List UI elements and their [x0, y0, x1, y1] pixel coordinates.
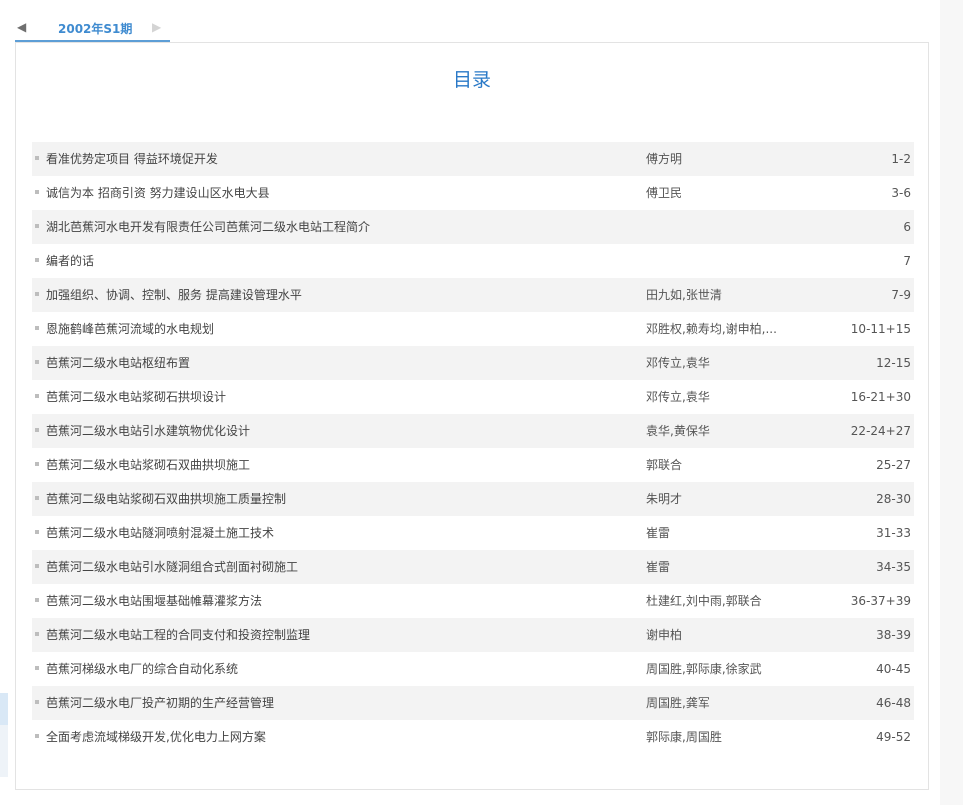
left-edge-highlight [0, 693, 8, 725]
toc-row[interactable]: 全面考虑流域梯级开发,优化电力上网方案 郭际康,周国胜 49-52 [32, 720, 914, 754]
bullet-icon [35, 598, 39, 602]
toc-article-author: 傅方明 [646, 152, 683, 166]
bullet-icon [35, 734, 39, 738]
toc-row[interactable]: 芭蕉河二级水电站枢纽布置 邓传立,袁华 12-15 [32, 346, 914, 380]
toc-row[interactable]: 编者的话 7 [32, 244, 914, 278]
bullet-icon [35, 496, 39, 500]
toc-article-pages: 40-45 [876, 662, 911, 676]
page-title: 目录 [452, 69, 491, 91]
toc-article-title[interactable]: 加强组织、协调、控制、服务 提高建设管理水平 [46, 278, 302, 312]
toc-article-pages: 7-9 [891, 288, 911, 302]
toc-article-title[interactable]: 芭蕉河二级水电站枢纽布置 [46, 346, 190, 380]
toc-row[interactable]: 芭蕉河二级电站浆砌石双曲拱坝施工质量控制 朱明才 28-30 [32, 482, 914, 516]
bullet-icon [35, 360, 39, 364]
toc-article-title[interactable]: 芭蕉河二级水电厂投产初期的生产经营管理 [46, 686, 274, 720]
bullet-icon [35, 700, 39, 704]
toc-article-author: 郭际康,周国胜 [646, 730, 722, 744]
toc-article-pages: 12-15 [876, 356, 911, 370]
bullet-icon [35, 632, 39, 636]
toc-article-author: 邓传立,袁华 [646, 356, 710, 370]
toc-article-title[interactable]: 芭蕉河二级水电站引水隧洞组合式剖面衬砌施工 [46, 550, 298, 584]
toc-article-title[interactable]: 看准优势定项目 得益环境促开发 [46, 142, 218, 176]
toc-row[interactable]: 芭蕉河二级水电站工程的合同支付和投资控制监理 谢申柏 38-39 [32, 618, 914, 652]
toc-article-pages: 49-52 [876, 730, 911, 744]
toc-row[interactable]: 恩施鹤峰芭蕉河流域的水电规划 邓胜权,赖寿均,谢申柏,... 10-11+15 [32, 312, 914, 346]
toc-article-pages: 25-27 [876, 458, 911, 472]
toc-article-title[interactable]: 湖北芭蕉河水电开发有限责任公司芭蕉河二级水电站工程简介 [46, 210, 370, 244]
toc-article-pages: 46-48 [876, 696, 911, 710]
bullet-icon [35, 394, 39, 398]
left-edge-strip [0, 693, 8, 777]
toc-row[interactable]: 芭蕉河二级水电厂投产初期的生产经营管理 周国胜,龚军 46-48 [32, 686, 914, 720]
toc-article-pages: 3-6 [891, 186, 911, 200]
next-issue-icon[interactable]: ▶ [152, 20, 161, 34]
toc-article-title[interactable]: 恩施鹤峰芭蕉河流域的水电规划 [46, 312, 214, 346]
toc-article-author: 周国胜,郭际康,徐家武 [646, 662, 762, 676]
bullet-icon [35, 530, 39, 534]
prev-issue-icon[interactable]: ◀ [17, 20, 26, 34]
toc-article-pages: 34-35 [876, 560, 911, 574]
toc-article-title[interactable]: 芭蕉河二级水电站浆砌石拱坝设计 [46, 380, 226, 414]
toc-article-pages: 36-37+39 [850, 594, 911, 608]
bullet-icon [35, 190, 39, 194]
toc-list: 看准优势定项目 得益环境促开发 傅方明 1-2 诚信为本 招商引资 努力建设山区水电大… [32, 142, 914, 754]
bullet-icon [35, 258, 39, 262]
toc-article-pages: 22-24+27 [850, 424, 911, 438]
toc-article-author: 周国胜,龚军 [646, 696, 710, 710]
toc-row[interactable]: 芭蕉河二级水电站围堰基础帷幕灌浆方法 杜建红,刘中雨,郭联合 36-37+39 [32, 584, 914, 618]
toc-article-title[interactable]: 芭蕉河二级水电站围堰基础帷幕灌浆方法 [46, 584, 262, 618]
bullet-icon [35, 224, 39, 228]
toc-article-author: 朱明才 [646, 492, 683, 506]
bullet-icon [35, 462, 39, 466]
toc-article-author: 郭联合 [646, 458, 683, 472]
bullet-icon [35, 292, 39, 296]
toc-article-author: 崔雷 [646, 526, 671, 540]
bullet-icon [35, 666, 39, 670]
toc-article-author: 傅卫民 [646, 186, 683, 200]
toc-article-title[interactable]: 芭蕉河二级水电站隧洞喷射混凝土施工技术 [46, 516, 274, 550]
toc-row[interactable]: 加强组织、协调、控制、服务 提高建设管理水平 田九如,张世清 7-9 [32, 278, 914, 312]
issue-tab[interactable]: 2002年S1期 [58, 20, 132, 37]
toc-article-pages: 10-11+15 [850, 322, 911, 336]
toc-row[interactable]: 湖北芭蕉河水电开发有限责任公司芭蕉河二级水电站工程简介 6 [32, 210, 914, 244]
toc-row[interactable]: 芭蕉河二级水电站隧洞喷射混凝土施工技术 崔雷 31-33 [32, 516, 914, 550]
toc-article-pages: 31-33 [876, 526, 911, 540]
toc-article-title[interactable]: 芭蕉河二级电站浆砌石双曲拱坝施工质量控制 [46, 482, 286, 516]
toc-panel: 目录 看准优势定项目 得益环境促开发 傅方明 1-2 诚信为本 招商引资 努力建设山区… [15, 42, 929, 790]
toc-article-author: 邓传立,袁华 [646, 390, 710, 404]
toc-row[interactable]: 诚信为本 招商引资 努力建设山区水电大县 傅卫民 3-6 [32, 176, 914, 210]
toc-row[interactable]: 芭蕉河二级水电站浆砌石拱坝设计 邓传立,袁华 16-21+30 [32, 380, 914, 414]
toc-row[interactable]: 看准优势定项目 得益环境促开发 傅方明 1-2 [32, 142, 914, 176]
bullet-icon [35, 564, 39, 568]
toc-row[interactable]: 芭蕉河二级水电站引水建筑物优化设计 袁华,黄保华 22-24+27 [32, 414, 914, 448]
toc-article-author: 崔雷 [646, 560, 671, 574]
toc-article-author: 袁华,黄保华 [646, 424, 710, 438]
toc-article-title[interactable]: 芭蕉河二级水电站浆砌石双曲拱坝施工 [46, 448, 250, 482]
toc-article-title[interactable]: 芭蕉河二级水电站引水建筑物优化设计 [46, 414, 250, 448]
toc-article-title[interactable]: 诚信为本 招商引资 努力建设山区水电大县 [46, 176, 270, 210]
toc-row[interactable]: 芭蕉河梯级水电厂的综合自动化系统 周国胜,郭际康,徐家武 40-45 [32, 652, 914, 686]
toc-article-title[interactable]: 全面考虑流域梯级开发,优化电力上网方案 [46, 720, 266, 754]
toc-row[interactable]: 芭蕉河二级水电站引水隧洞组合式剖面衬砌施工 崔雷 34-35 [32, 550, 914, 584]
bullet-icon [35, 156, 39, 160]
toc-article-author: 田九如,张世清 [646, 288, 722, 302]
right-edge-strip [940, 0, 963, 805]
toc-row[interactable]: 芭蕉河二级水电站浆砌石双曲拱坝施工 郭联合 25-27 [32, 448, 914, 482]
bullet-icon [35, 326, 39, 330]
toc-article-pages: 28-30 [876, 492, 911, 506]
toc-article-author: 邓胜权,赖寿均,谢申柏,... [646, 322, 777, 336]
toc-article-pages: 38-39 [876, 628, 911, 642]
toc-article-pages: 7 [903, 254, 911, 268]
toc-article-author: 杜建红,刘中雨,郭联合 [646, 594, 762, 608]
toc-article-title[interactable]: 芭蕉河梯级水电厂的综合自动化系统 [46, 652, 238, 686]
bullet-icon [35, 428, 39, 432]
toc-article-title[interactable]: 编者的话 [46, 244, 94, 278]
toc-article-pages: 1-2 [891, 152, 911, 166]
toc-article-author: 谢申柏 [646, 628, 683, 642]
toc-article-pages: 16-21+30 [850, 390, 911, 404]
issue-tab-bar: ◀ 2002年S1期 ▶ [15, 14, 170, 42]
toc-article-title[interactable]: 芭蕉河二级水电站工程的合同支付和投资控制监理 [46, 618, 310, 652]
toc-article-pages: 6 [903, 220, 911, 234]
